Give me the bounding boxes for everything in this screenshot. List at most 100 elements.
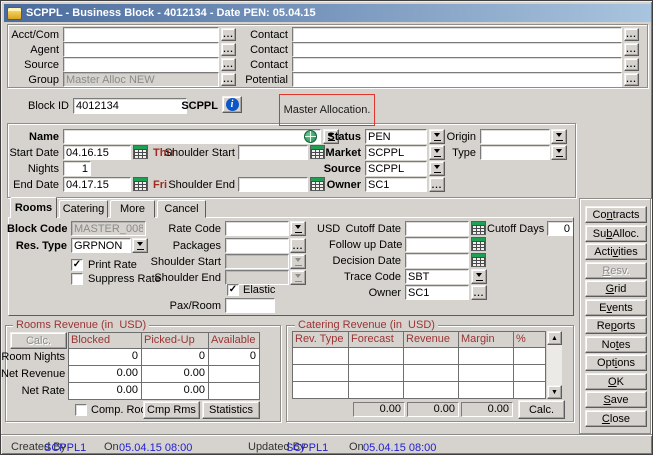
table-cell [404,365,459,382]
owner2-input[interactable] [405,285,469,300]
button-label: es [619,339,631,351]
contact1-lookup-button[interactable]: ... [624,28,639,41]
activities-button[interactable]: Activities [585,243,647,260]
nights-input[interactable] [63,161,91,176]
tab-cancel[interactable]: Cancel [157,200,206,218]
group-input[interactable] [63,72,219,87]
print-rate-checkbox[interactable]: ✓ [71,259,83,271]
elastic-checkbox[interactable]: ✓ [227,284,239,296]
updated-by-value: SCPPL1 [286,442,328,455]
shoulder-end-input[interactable] [238,177,308,192]
source2-input[interactable] [365,161,427,176]
catering-calc-button[interactable]: Calc. [518,400,565,419]
table-cell [514,348,546,365]
contracts-button[interactable]: Contracts [585,206,647,223]
potential-lookup-button[interactable]: ... [624,73,639,86]
net-rate-label: Net Rate [1,385,65,398]
market-input[interactable] [365,145,427,160]
trace-code-input[interactable] [405,269,469,284]
source-input[interactable] [63,57,219,72]
block-code-input[interactable] [71,221,146,236]
reports-button[interactable]: Reports [585,317,647,334]
start-date-input[interactable] [63,145,131,160]
type-input[interactable] [480,145,550,160]
table-cell [349,348,404,365]
calendar-icon[interactable] [471,221,486,235]
calendar-icon[interactable] [471,253,486,267]
events-button[interactable]: Events [585,299,647,316]
sub-alloc-button[interactable]: Sub Alloc. [585,225,647,242]
packages-lookup-button[interactable]: ... [290,238,306,253]
agent-input[interactable] [63,42,219,57]
button-label: Co [592,209,606,221]
button-label: Acti [594,246,612,258]
calendar-grid [472,241,485,250]
statistics-button[interactable]: Statistics [202,401,260,419]
packages-input[interactable] [225,238,289,253]
calendar-icon[interactable] [133,177,148,191]
calendar-icon[interactable] [471,237,486,251]
decision-date-input[interactable] [405,253,469,268]
res-type-input[interactable] [71,238,131,253]
options-button[interactable]: Options [585,354,647,371]
acct-com-input[interactable] [63,27,219,42]
table-cell [459,382,514,399]
trace-code-dropdown-button[interactable] [471,269,487,284]
owner-input[interactable] [365,177,427,192]
calendar-grid [472,225,485,234]
calendar-grid [134,181,147,190]
owner2-lookup-button[interactable]: ... [471,285,487,300]
cutoff-days-input[interactable] [547,221,573,236]
close-button[interactable]: Close [585,410,647,427]
notes-button[interactable]: Notes [585,336,647,353]
source-dropdown-button[interactable] [429,161,445,176]
rate-code-dropdown-button[interactable] [290,221,306,236]
save-button[interactable]: Save [585,391,647,408]
contact3-lookup-button[interactable]: ... [624,58,639,71]
calendar-icon[interactable] [133,145,148,159]
info-button[interactable]: i [222,96,242,113]
shoulder-start2-input [225,254,289,269]
scroll-up-button[interactable]: ▲ [547,331,562,345]
tab-rooms[interactable]: Rooms [10,197,57,218]
origin-dropdown-button[interactable] [551,129,567,144]
contact2-lookup-button[interactable]: ... [624,43,639,56]
acct-com-label: Acct/Com [3,29,59,42]
tab-cancel-label: Cancel [164,203,198,215]
button-mnemonic: R [602,265,610,277]
follow-up-date-input[interactable] [405,237,469,252]
name-input[interactable] [63,129,321,144]
scroll-down-button[interactable]: ▼ [547,385,562,399]
cmp-rms-button[interactable]: Cmp Rms [143,401,200,419]
button-label: E [599,302,606,314]
table-cell: 0.00 [69,383,142,400]
ok-button[interactable]: OK [585,373,647,390]
contact2-input[interactable] [292,42,622,57]
comp-rooms-checkbox[interactable] [75,404,87,416]
title-bar[interactable]: SCPPL - Business Block - 4012134 - Date … [4,4,651,22]
rate-code-input[interactable] [225,221,289,236]
button-label: Su [593,228,606,240]
origin-input[interactable] [480,129,550,144]
shoulder-end2-label: Shoulder End [149,272,221,285]
contact3-input[interactable] [292,57,622,72]
potential-input[interactable] [292,72,622,87]
status-label: Status [303,131,361,144]
tab-more[interactable]: More [110,200,155,218]
owner-lookup-button[interactable]: ... [429,177,445,192]
column-header: Margin [459,332,514,348]
tab-catering[interactable]: Catering [59,200,108,218]
res-type-dropdown-button[interactable] [132,238,148,253]
grid-button[interactable]: Grid [585,280,647,297]
pax-room-input[interactable] [225,298,275,313]
button-label: ons [617,357,635,369]
end-date-input[interactable] [63,177,131,192]
cutoff-date-input[interactable] [405,221,469,236]
suppress-rate-checkbox[interactable] [71,273,83,285]
tab-rooms-label: Rooms [15,202,52,214]
arrow-up-icon: ▲ [551,335,558,342]
status-input[interactable] [365,129,427,144]
contact1-input[interactable] [292,27,622,42]
type-dropdown-button[interactable] [551,145,567,160]
shoulder-start-input[interactable] [238,145,308,160]
